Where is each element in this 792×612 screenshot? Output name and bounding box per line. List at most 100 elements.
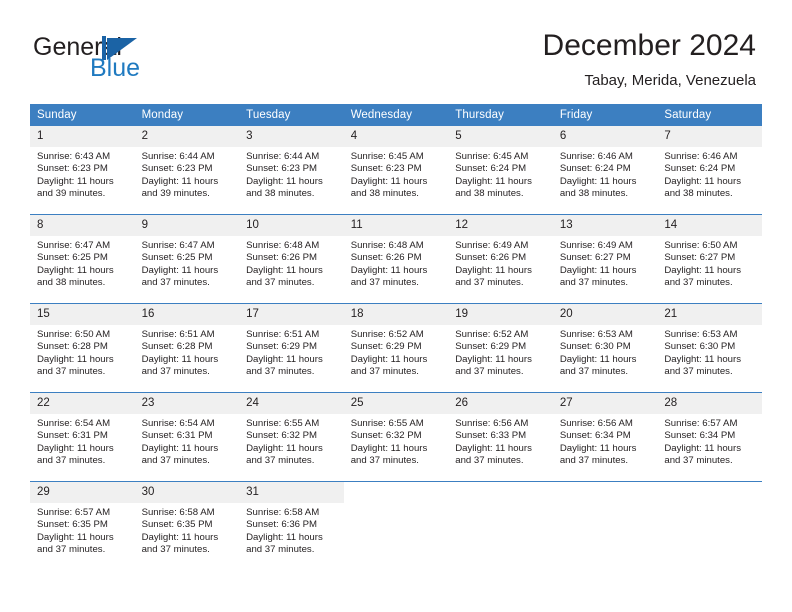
calendar-day-cell[interactable]: 26 Sunrise: 6:56 AM Sunset: 6:33 PM Dayligh… (448, 392, 553, 482)
calendar-week-row: 8 Sunrise: 6:47 AM Sunset: 6:25 PM Daylight… (30, 214, 762, 304)
daylight-text-line2: and 37 minutes. (246, 544, 315, 556)
day-number: 2 (134, 126, 240, 147)
sunset-text: Sunset: 6:28 PM (141, 341, 213, 353)
page-title: December 2024 (542, 29, 756, 62)
sunset-text: Sunset: 6:31 PM (37, 430, 108, 442)
day-number: 20 (552, 304, 658, 325)
sunrise-text: Sunrise: 6:58 AM (246, 507, 320, 518)
daylight-text-line2: and 38 minutes. (37, 277, 106, 289)
calendar-day-cell[interactable]: 23 Sunrise: 6:54 AM Sunset: 6:31 PM Dayligh… (134, 392, 240, 482)
calendar-day-cell[interactable]: 9 Sunrise: 6:47 AM Sunset: 6:25 PM Daylight… (134, 214, 240, 304)
sunrise-text: Sunrise: 6:44 AM (141, 151, 215, 162)
calendar-day-cell[interactable]: 6 Sunrise: 6:46 AM Sunset: 6:24 PM Daylight… (552, 126, 658, 215)
calendar-day-cell[interactable]: 31 Sunrise: 6:58 AM Sunset: 6:36 PM Dayligh… (239, 481, 344, 570)
sunrise-text: Sunrise: 6:58 AM (141, 507, 215, 518)
sunrise-text: Sunrise: 6:47 AM (37, 240, 111, 251)
day-number: 30 (134, 482, 240, 503)
day-number-placeholder (657, 482, 762, 503)
calendar-day-cell[interactable]: 25 Sunrise: 6:55 AM Sunset: 6:32 PM Dayligh… (343, 392, 449, 482)
daylight-text-line2: and 37 minutes. (455, 455, 524, 467)
calendar-day-cell[interactable]: 8 Sunrise: 6:47 AM Sunset: 6:25 PM Daylight… (30, 214, 135, 304)
day-number: 10 (239, 215, 344, 236)
day-info: Sunrise: 6:56 AM Sunset: 6:33 PM Daylight:… (448, 414, 553, 468)
daylight-text-line2: and 37 minutes. (141, 366, 210, 378)
daylight-text-line1: Daylight: 11 hours (141, 442, 219, 454)
day-info: Sunrise: 6:46 AM Sunset: 6:24 PM Daylight:… (657, 147, 762, 201)
sunrise-text: Sunrise: 6:45 AM (455, 151, 529, 162)
calendar-day-cell[interactable]: 13 Sunrise: 6:49 AM Sunset: 6:27 PM Dayligh… (552, 214, 658, 304)
calendar-day-cell[interactable]: 3 Sunrise: 6:44 AM Sunset: 6:23 PM Daylight… (239, 126, 344, 215)
calendar-day-cell[interactable]: 12 Sunrise: 6:49 AM Sunset: 6:26 PM Dayligh… (448, 214, 553, 304)
brand-logo[interactable]: General Blue (33, 33, 263, 85)
calendar-day-cell-empty (343, 481, 449, 570)
daylight-text-line1: Daylight: 11 hours (141, 353, 219, 365)
daylight-text-line2: and 37 minutes. (559, 455, 629, 467)
day-number: 12 (448, 215, 553, 236)
weekday-header-friday: Friday (552, 104, 658, 126)
calendar-day-cell[interactable]: 29 Sunrise: 6:57 AM Sunset: 6:35 PM Dayligh… (30, 481, 135, 570)
calendar-day-cell[interactable]: 5 Sunrise: 6:45 AM Sunset: 6:24 PM Daylight… (448, 126, 553, 215)
calendar-week-row: 22 Sunrise: 6:54 AM Sunset: 6:31 PM Dayligh… (30, 392, 762, 482)
day-number: 5 (448, 126, 553, 147)
sunrise-text: Sunrise: 6:52 AM (350, 329, 424, 340)
day-number: 9 (134, 215, 240, 236)
daylight-text-line1: Daylight: 11 hours (37, 175, 114, 187)
daylight-text-line1: Daylight: 11 hours (246, 353, 323, 365)
calendar-day-cell[interactable]: 20 Sunrise: 6:53 AM Sunset: 6:30 PM Dayligh… (552, 303, 658, 393)
daylight-text-line2: and 37 minutes. (141, 277, 210, 289)
daylight-text-line1: Daylight: 11 hours (141, 264, 219, 276)
calendar-day-cell[interactable]: 17 Sunrise: 6:51 AM Sunset: 6:29 PM Dayligh… (239, 303, 344, 393)
day-info: Sunrise: 6:53 AM Sunset: 6:30 PM Daylight:… (657, 325, 762, 379)
sunset-text: Sunset: 6:30 PM (559, 341, 631, 353)
calendar-day-cell[interactable]: 24 Sunrise: 6:55 AM Sunset: 6:32 PM Dayligh… (239, 392, 344, 482)
daylight-text-line1: Daylight: 11 hours (37, 264, 114, 276)
daylight-text-line1: Daylight: 11 hours (246, 264, 323, 276)
day-info: Sunrise: 6:45 AM Sunset: 6:24 PM Daylight:… (448, 147, 553, 201)
calendar-day-cell[interactable]: 4 Sunrise: 6:45 AM Sunset: 6:23 PM Daylight… (343, 126, 449, 215)
daylight-text-line2: and 37 minutes. (664, 366, 733, 378)
sunset-text: Sunset: 6:32 PM (246, 430, 318, 442)
sunset-text: Sunset: 6:29 PM (350, 341, 422, 353)
daylight-text-line2: and 38 minutes. (246, 188, 315, 200)
sunset-text: Sunset: 6:24 PM (664, 163, 736, 175)
day-number: 13 (552, 215, 658, 236)
calendar-day-cell[interactable]: 14 Sunrise: 6:50 AM Sunset: 6:27 PM Dayligh… (657, 214, 762, 304)
day-number: 8 (30, 215, 135, 236)
daylight-text-line1: Daylight: 11 hours (350, 442, 428, 454)
sunrise-text: Sunrise: 6:53 AM (559, 329, 633, 340)
sunset-text: Sunset: 6:31 PM (141, 430, 213, 442)
day-info: Sunrise: 6:58 AM Sunset: 6:36 PM Daylight:… (239, 503, 344, 557)
day-number: 3 (239, 126, 344, 147)
sunset-text: Sunset: 6:30 PM (664, 341, 736, 353)
sunrise-text: Sunrise: 6:55 AM (246, 418, 320, 429)
calendar-day-cell[interactable]: 28 Sunrise: 6:57 AM Sunset: 6:34 PM Dayligh… (657, 392, 762, 482)
calendar-day-cell[interactable]: 15 Sunrise: 6:50 AM Sunset: 6:28 PM Dayligh… (30, 303, 135, 393)
day-info: Sunrise: 6:54 AM Sunset: 6:31 PM Daylight:… (135, 414, 240, 468)
sunrise-text: Sunrise: 6:44 AM (246, 151, 320, 162)
calendar-day-cell[interactable]: 10 Sunrise: 6:48 AM Sunset: 6:26 PM Dayligh… (239, 214, 344, 304)
day-info: Sunrise: 6:46 AM Sunset: 6:24 PM Daylight:… (553, 147, 658, 201)
sunset-text: Sunset: 6:25 PM (37, 252, 108, 264)
calendar-page: General Blue December 2024 Tabay, Merida… (0, 0, 792, 612)
day-number: 21 (657, 304, 762, 325)
calendar-day-cell[interactable]: 30 Sunrise: 6:58 AM Sunset: 6:35 PM Dayligh… (134, 481, 240, 570)
day-info: Sunrise: 6:45 AM Sunset: 6:23 PM Daylight:… (344, 147, 449, 201)
calendar-day-cell[interactable]: 1 Sunrise: 6:43 AM Sunset: 6:23 PM Daylight… (30, 126, 135, 215)
day-info: Sunrise: 6:48 AM Sunset: 6:26 PM Daylight:… (344, 236, 449, 290)
sunrise-text: Sunrise: 6:50 AM (37, 329, 111, 340)
calendar-day-cell[interactable]: 27 Sunrise: 6:56 AM Sunset: 6:34 PM Dayligh… (552, 392, 658, 482)
calendar-day-cell[interactable]: 16 Sunrise: 6:51 AM Sunset: 6:28 PM Dayligh… (134, 303, 240, 393)
sunset-text: Sunset: 6:27 PM (559, 252, 631, 264)
calendar-day-cell[interactable]: 18 Sunrise: 6:52 AM Sunset: 6:29 PM Dayligh… (343, 303, 449, 393)
calendar-day-cell[interactable]: 2 Sunrise: 6:44 AM Sunset: 6:23 PM Daylight… (134, 126, 240, 215)
daylight-text-line2: and 37 minutes. (141, 455, 210, 467)
calendar-day-cell[interactable]: 22 Sunrise: 6:54 AM Sunset: 6:31 PM Dayligh… (30, 392, 135, 482)
calendar-day-cell[interactable]: 21 Sunrise: 6:53 AM Sunset: 6:30 PM Dayligh… (657, 303, 762, 393)
day-number: 31 (239, 482, 344, 503)
sunset-text: Sunset: 6:35 PM (37, 519, 108, 531)
calendar-day-cell[interactable]: 19 Sunrise: 6:52 AM Sunset: 6:29 PM Dayligh… (448, 303, 553, 393)
calendar-day-cell[interactable]: 11 Sunrise: 6:48 AM Sunset: 6:26 PM Dayligh… (343, 214, 449, 304)
daylight-text-line2: and 37 minutes. (246, 455, 315, 467)
daylight-text-line2: and 38 minutes. (350, 188, 419, 200)
calendar-day-cell[interactable]: 7 Sunrise: 6:46 AM Sunset: 6:24 PM Daylight… (657, 126, 762, 215)
